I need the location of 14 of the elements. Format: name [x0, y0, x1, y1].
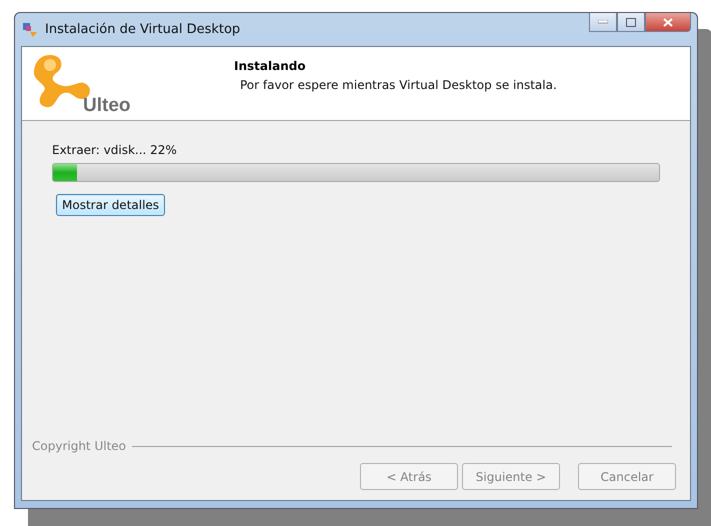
- window-title: Instalación de Virtual Desktop: [45, 22, 240, 37]
- close-button[interactable]: [645, 13, 691, 32]
- page-subtitle: Por favor espere mientras Virtual Desktop se instala.: [240, 78, 557, 92]
- progress-label: Extraer: vdisk... 22%: [52, 143, 178, 157]
- logo-text: Ulteo: [83, 95, 130, 117]
- maximize-icon: [626, 18, 636, 26]
- minimize-button[interactable]: [589, 13, 617, 32]
- minimize-icon: [598, 20, 608, 24]
- installer-icon: [21, 20, 39, 38]
- show-details-button[interactable]: Mostrar detalles: [56, 194, 166, 216]
- copyright-text: Copyright Ulteo: [32, 439, 126, 453]
- maximize-button[interactable]: [617, 13, 645, 32]
- close-icon: [663, 18, 673, 26]
- page-title: Instalando: [234, 59, 307, 73]
